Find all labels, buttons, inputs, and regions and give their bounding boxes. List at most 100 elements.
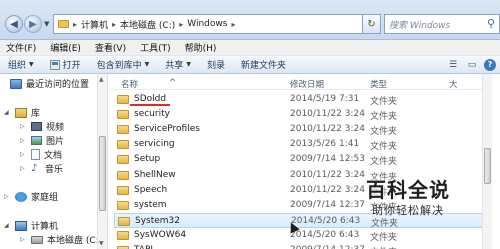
chevron-right-icon[interactable]: ▸	[231, 20, 235, 29]
expand-triangle-icon[interactable]: ▷	[20, 165, 27, 172]
file-date: 2010/11/22 3:24	[290, 124, 365, 135]
chevron-right-icon[interactable]: ▸	[73, 20, 77, 29]
caret-down-icon: ▼	[144, 61, 150, 68]
pictures-icon	[31, 136, 42, 145]
scroll-up-icon[interactable]: ▲	[99, 76, 104, 83]
nav-item-recent[interactable]: 最近访问的位置	[10, 77, 89, 90]
scroll-thumb[interactable]	[99, 136, 106, 211]
open-button[interactable]: 打开	[42, 58, 89, 71]
file-row[interactable]: SDoldd 2014/5/19 7:31 文件夹	[114, 92, 489, 107]
column-name[interactable]: 名称	[121, 78, 138, 90]
organize-label: 组织	[8, 61, 27, 71]
music-icon: ♪	[31, 162, 38, 174]
menu-help[interactable]: 帮助(H)	[185, 41, 217, 54]
scroll-down-icon[interactable]: ▼	[99, 240, 104, 247]
menu-edit[interactable]: 编辑(E)	[50, 41, 81, 54]
expand-triangle-icon[interactable]: ▷	[4, 193, 11, 200]
address-bar-region: ◀ ▶ ▼ ▸ 计算机 ▸ 本地磁盘 (C:) ▸ Windows ▸ ↻ 搜索…	[0, 0, 500, 40]
caret-down-icon: ▼	[29, 61, 34, 68]
nav-item-documents[interactable]: ▷ 文档	[20, 148, 62, 161]
nav-item-pictures[interactable]: ▷ 图片	[20, 134, 64, 147]
recent-pages-dropdown-icon[interactable]: ▼	[44, 20, 49, 28]
column-size[interactable]: 大	[449, 78, 458, 90]
share-button[interactable]: 共享 ▼	[157, 58, 199, 71]
file-date: 2014/5/19 7:31	[290, 94, 360, 104]
file-row[interactable]: SysWOW64 2014/5/20 6:43 文件夹	[114, 228, 489, 243]
column-headers: ^ 名称 修改日期 类型 大	[109, 76, 491, 90]
breadcrumb-computer[interactable]: 计算机	[81, 18, 108, 31]
breadcrumb-local-disk[interactable]: 本地磁盘 (C:)	[120, 18, 175, 31]
documents-icon	[31, 149, 40, 160]
folder-icon	[117, 125, 129, 135]
menu-view[interactable]: 查看(V)	[95, 41, 126, 54]
navigation-pane: 最近访问的位置 ◢ 库 ▷ 视频 ▷ 图片 ▷ 文档 ▷ ♪ 音乐 ▷ 家庭组 …	[0, 74, 108, 249]
command-bar: 组织 ▼ 打开 包含到库中 ▼ 共享 ▼ 刻录 新建文件夹 ☰ ▭ ?	[0, 56, 500, 74]
nav-item-music[interactable]: ▷ ♪ 音乐	[20, 162, 63, 175]
file-date: 2009/7/14 12:53	[290, 154, 365, 165]
expand-triangle-icon[interactable]: ▷	[20, 137, 27, 144]
expand-triangle-icon[interactable]: ▷	[20, 123, 27, 130]
include-in-library-button[interactable]: 包含到库中 ▼	[89, 58, 158, 71]
file-list-scrollbar[interactable]	[482, 74, 492, 249]
forward-button[interactable]: ▶	[24, 15, 42, 33]
folder-icon	[117, 95, 129, 104]
file-name: servicing	[134, 139, 175, 150]
nav-item-label: 图片	[46, 137, 65, 147]
file-date: 2010/11/22 3:24	[290, 184, 365, 195]
file-row[interactable]: TAPI 2009/7/14 12:37 文件夹	[114, 243, 489, 249]
videos-icon	[31, 122, 42, 131]
expand-triangle-icon[interactable]: ▷	[20, 236, 27, 243]
expand-triangle-icon[interactable]: ▷	[20, 151, 27, 158]
menu-file[interactable]: 文件(F)	[6, 41, 36, 54]
file-type: 文件夹	[370, 157, 398, 168]
file-row[interactable]: security 2010/11/22 3:24 文件夹	[114, 107, 489, 122]
menu-tools[interactable]: 工具(T)	[140, 41, 171, 54]
view-options-icon[interactable]: ☰	[446, 58, 460, 71]
homegroup-icon	[15, 191, 27, 202]
file-type: 文件夹	[370, 142, 398, 153]
file-row[interactable]: servicing 2013/5/26 1:41 文件夹	[114, 137, 489, 152]
file-name: Setup	[134, 154, 161, 165]
help-icon[interactable]: ?	[484, 58, 496, 71]
file-row[interactable]: Setup 2009/7/14 12:53 文件夹	[114, 152, 489, 167]
menu-bar: 文件(F) 编辑(E) 查看(V) 工具(T) 帮助(H)	[0, 40, 500, 56]
file-date: 2010/11/22 3:24	[290, 109, 365, 120]
file-name: System32	[135, 215, 181, 226]
column-type[interactable]: 类型	[370, 78, 387, 90]
scroll-thumb[interactable]	[484, 148, 491, 184]
nav-item-label: 最近访问的位置	[26, 80, 90, 90]
nav-item-computer[interactable]: ◢ 计算机	[4, 219, 58, 232]
chevron-right-icon[interactable]: ▸	[179, 20, 183, 29]
folder-icon	[117, 170, 129, 180]
include-in-library-label: 包含到库中	[96, 61, 142, 71]
back-button[interactable]: ◀	[5, 15, 23, 33]
breadcrumb-windows[interactable]: Windows	[187, 19, 227, 29]
nav-item-homegroup[interactable]: ▷ 家庭组	[4, 190, 58, 203]
file-row[interactable]: ServiceProfiles 2010/11/22 3:24 文件夹	[114, 122, 489, 137]
folder-icon	[117, 110, 129, 120]
collapse-triangle-icon[interactable]: ◢	[4, 109, 11, 116]
file-date: 2009/7/14 12:37	[290, 245, 365, 249]
preview-pane-icon[interactable]: ▭	[465, 58, 479, 71]
nav-item-label: 计算机	[31, 222, 59, 232]
watermark-title: 百科全说	[366, 178, 450, 202]
chevron-right-icon[interactable]: ▸	[112, 20, 116, 29]
new-folder-button[interactable]: 新建文件夹	[233, 58, 294, 71]
nav-item-videos[interactable]: ▷ 视频	[20, 120, 64, 133]
share-label: 共享	[165, 61, 184, 71]
watermark: 百科全说 助你轻松解决	[366, 174, 466, 224]
new-folder-label: 新建文件夹	[240, 61, 286, 71]
burn-button[interactable]: 刻录	[199, 58, 233, 71]
nav-item-local-disk[interactable]: ▷ 本地磁盘 (C:)	[20, 233, 102, 246]
organize-button[interactable]: 组织 ▼	[0, 58, 42, 71]
collapse-triangle-icon[interactable]: ◢	[4, 222, 11, 229]
column-date-modified[interactable]: 修改日期	[290, 78, 324, 90]
refresh-button[interactable]: ↻	[363, 14, 381, 34]
nav-item-label: 视频	[46, 123, 65, 133]
search-input[interactable]: 搜索 Windows ⚲	[384, 14, 500, 34]
folder-icon	[117, 230, 129, 240]
address-bar[interactable]: ▸ 计算机 ▸ 本地磁盘 (C:) ▸ Windows ▸	[53, 14, 363, 34]
navigation-scrollbar[interactable]: ▲ ▼	[97, 74, 107, 249]
file-name: Speech	[134, 184, 168, 195]
nav-item-library[interactable]: ◢ 库	[4, 106, 40, 119]
